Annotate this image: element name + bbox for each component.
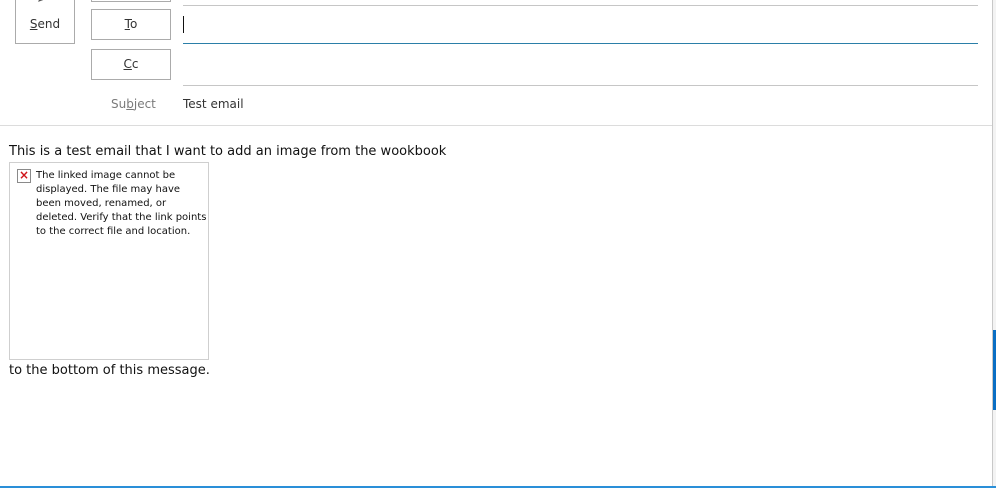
subject-field[interactable]: Test email [183,97,244,111]
subject-label: Subject [111,97,156,111]
message-body-line[interactable]: This is a test email that I want to add … [9,144,446,159]
to-button[interactable]: To [91,9,171,40]
compose-window: Send To Cc Subject Test email This is a … [0,0,996,488]
from-field-line [183,5,978,6]
send-button[interactable]: Send [15,0,75,44]
window-right-edge [992,0,996,488]
text-caret [183,16,184,33]
cc-button[interactable]: Cc [91,49,171,80]
broken-image-placeholder[interactable]: × The linked image cannot be displayed. … [9,162,209,360]
cc-field[interactable] [183,54,978,86]
to-field[interactable] [183,12,978,44]
send-button-label: Send [29,17,61,31]
from-button-edge[interactable] [91,0,171,2]
send-icon [38,0,44,2]
broken-image-message: The linked image cannot be displayed. Th… [36,170,207,237]
header-divider [0,125,992,126]
message-body-line[interactable]: to the bottom of this message. [9,363,210,378]
broken-image-icon: × [17,168,31,183]
